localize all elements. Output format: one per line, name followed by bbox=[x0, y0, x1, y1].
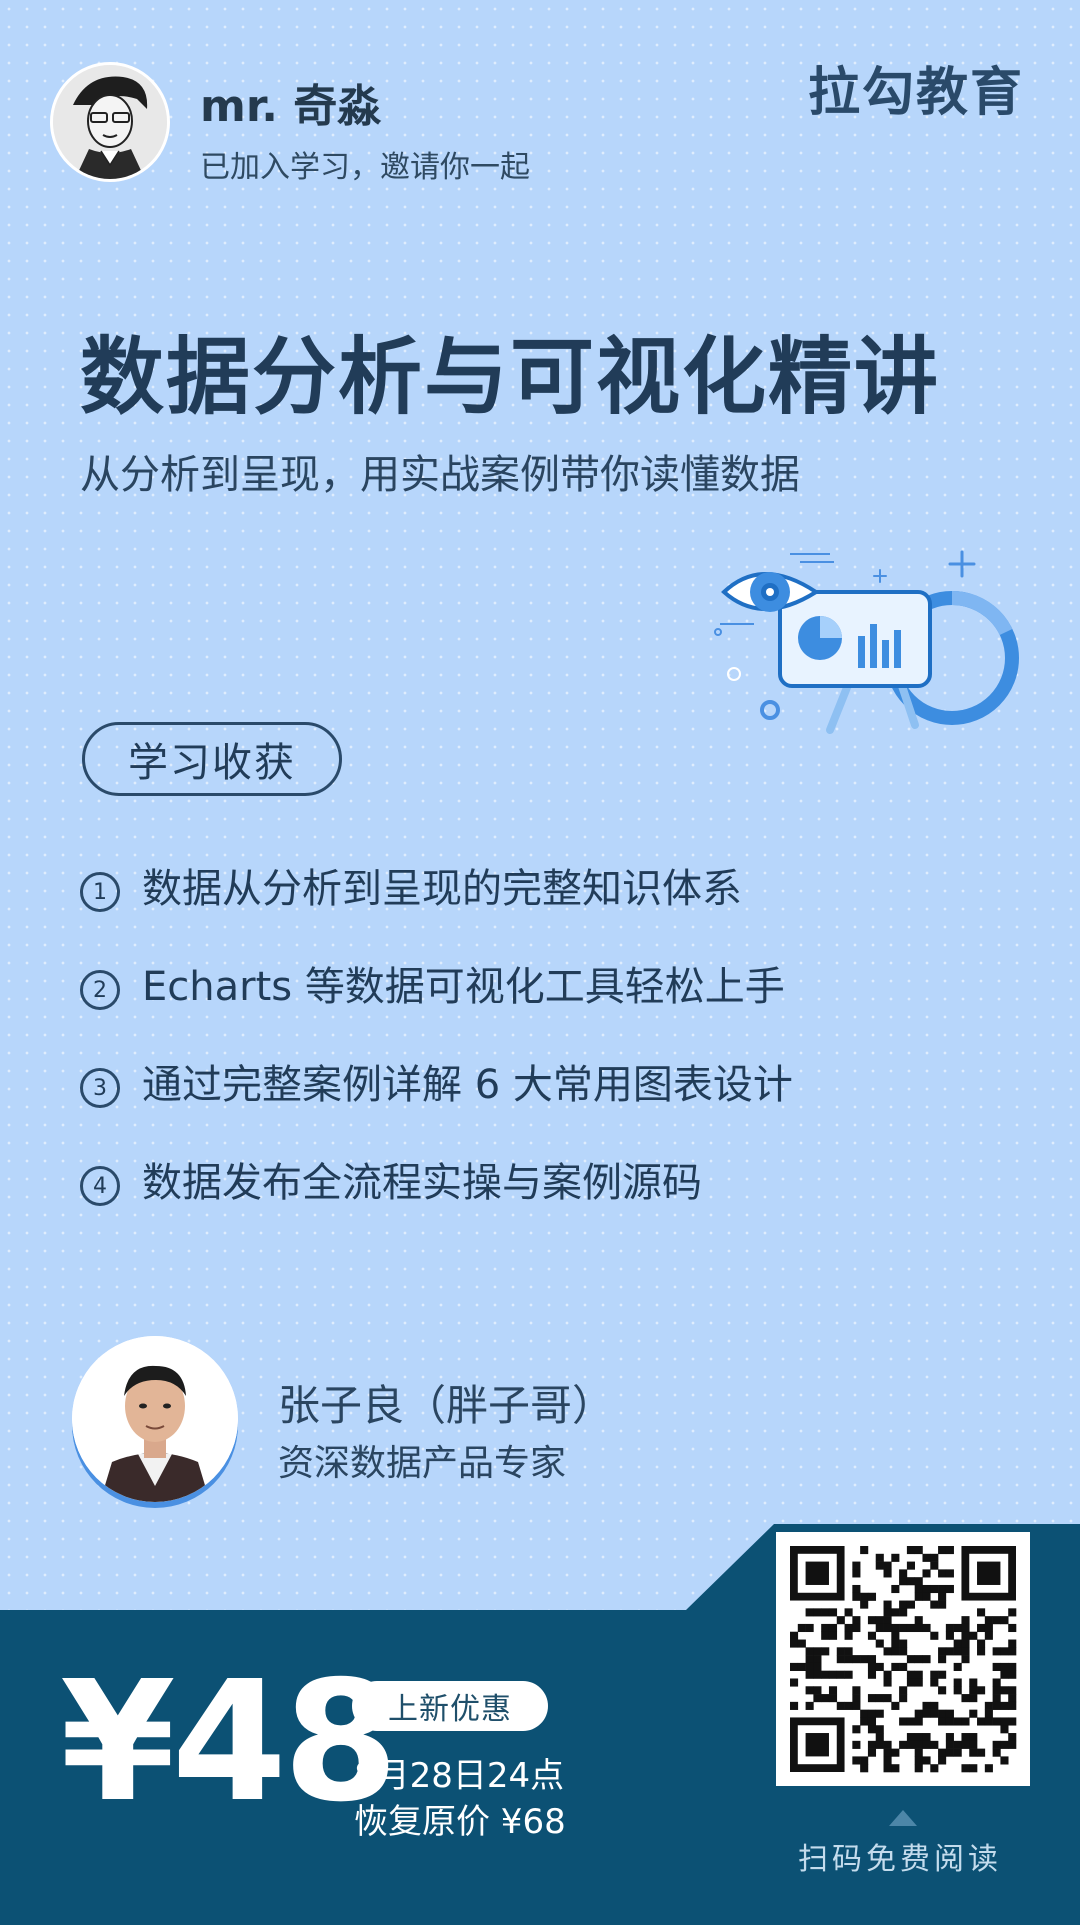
user-name: mr. 奇淼 bbox=[200, 81, 382, 132]
benefit-text: 数据发布全流程实操与案例源码 bbox=[142, 1160, 702, 1206]
brand-logo: 拉勾教育 bbox=[807, 63, 1024, 123]
teacher-portrait-icon bbox=[72, 1336, 238, 1502]
benefit-number: 3 bbox=[80, 1068, 120, 1108]
original-price-note: 恢复原价 ¥68 bbox=[354, 1802, 566, 1842]
promo-badge: 上新优惠 bbox=[352, 1681, 548, 1731]
benefit-item: 1 数据从分析到呈现的完整知识体系 bbox=[80, 836, 793, 934]
benefit-item: 4 数据发布全流程实操与案例源码 bbox=[80, 1130, 793, 1228]
teacher-name: 张子良（胖子哥） bbox=[278, 1381, 615, 1430]
scan-to-read-label: 扫码免费阅读 bbox=[798, 1842, 1002, 1877]
user-avatar-icon bbox=[53, 65, 167, 179]
benefit-number: 4 bbox=[80, 1166, 120, 1206]
data-visualization-illustration bbox=[714, 550, 1019, 734]
promo-deadline: 8月28日24点 bbox=[354, 1756, 565, 1796]
benefit-text: Echarts 等数据可视化工具轻松上手 bbox=[142, 964, 785, 1010]
benefit-number: 2 bbox=[80, 970, 120, 1010]
price: ¥48 bbox=[60, 1646, 399, 1839]
learning-outcomes-label: 学习收获 bbox=[82, 722, 342, 796]
teacher-title: 资深数据产品专家 bbox=[278, 1443, 567, 1484]
benefit-list: 1 数据从分析到呈现的完整知识体系 2 Echarts 等数据可视化工具轻松上手… bbox=[80, 836, 793, 1228]
benefit-item: 3 通过完整案例详解 6 大常用图表设计 bbox=[80, 1032, 793, 1130]
benefit-text: 数据从分析到呈现的完整知识体系 bbox=[142, 866, 742, 912]
caret-up-icon bbox=[889, 1810, 917, 1826]
course-subtitle: 从分析到呈现，用实战案例带你读懂数据 bbox=[80, 452, 800, 498]
qr-code[interactable] bbox=[776, 1532, 1030, 1786]
qr-code-icon bbox=[790, 1546, 1017, 1773]
benefit-text: 通过完整案例详解 6 大常用图表设计 bbox=[142, 1062, 793, 1108]
invite-text: 已加入学习，邀请你一起 bbox=[200, 150, 530, 185]
benefit-number: 1 bbox=[80, 872, 120, 912]
teacher-avatar bbox=[72, 1336, 238, 1502]
user-avatar bbox=[50, 62, 170, 182]
poster: mr. 奇淼 已加入学习，邀请你一起 拉勾教育 数据分析与可视化精讲 从分析到呈… bbox=[0, 0, 1080, 1925]
benefit-item: 2 Echarts 等数据可视化工具轻松上手 bbox=[80, 934, 793, 1032]
course-title: 数据分析与可视化精讲 bbox=[80, 328, 941, 426]
